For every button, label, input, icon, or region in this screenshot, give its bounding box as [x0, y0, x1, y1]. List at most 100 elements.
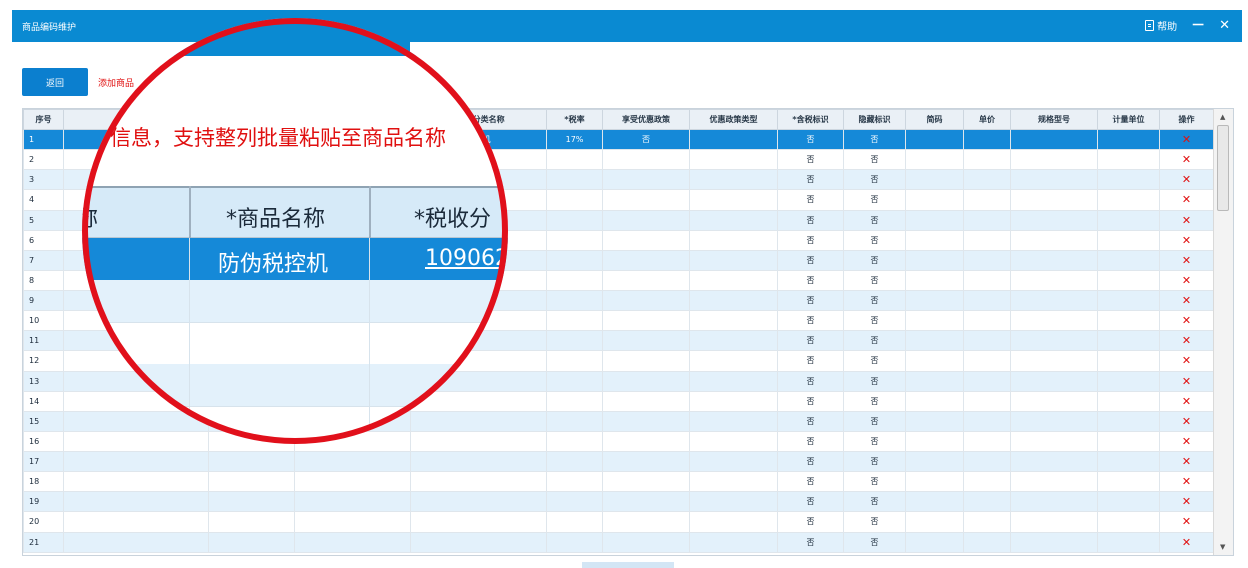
table-cell-shortcode[interactable] [905, 410, 964, 432]
vertical-scrollbar[interactable]: ▲ ▼ [1213, 109, 1233, 555]
delete-row-icon[interactable]: ✕ [1182, 435, 1191, 448]
table-cell-pref[interactable] [602, 289, 690, 312]
table-cell-preftype[interactable] [689, 491, 778, 513]
table-cell-price[interactable] [963, 450, 1011, 473]
table-cell-taxflag[interactable]: 否 [777, 169, 844, 191]
table-cell-seq[interactable]: 4 [23, 189, 64, 211]
table-cell-price[interactable] [963, 390, 1011, 412]
table-cell-preftype[interactable] [689, 430, 778, 453]
table-cell-blank2[interactable] [294, 511, 411, 533]
table-cell-rate[interactable] [546, 350, 603, 372]
table-cell-rate[interactable] [546, 450, 603, 473]
table-cell-unit[interactable] [1097, 269, 1160, 292]
table-cell-seq[interactable]: 17 [23, 450, 64, 473]
table-cell-shortcode[interactable] [905, 531, 964, 553]
table-cell-seq[interactable]: 8 [23, 269, 64, 292]
table-cell-unit[interactable] [1097, 511, 1160, 533]
delete-row-icon[interactable]: ✕ [1182, 334, 1191, 347]
table-cell-preftype[interactable] [689, 128, 778, 151]
table-cell-taxflag[interactable]: 否 [777, 289, 844, 312]
table-cell-rate[interactable] [546, 209, 603, 231]
table-cell-hidden[interactable]: 否 [843, 249, 906, 271]
table-cell-spec[interactable] [1010, 531, 1098, 553]
delete-row-icon[interactable]: ✕ [1182, 274, 1191, 287]
table-cell-hidden[interactable]: 否 [843, 169, 906, 191]
delete-row-icon[interactable]: ✕ [1182, 415, 1191, 428]
help-button[interactable]: 帮助 [1145, 18, 1177, 33]
table-cell-pref[interactable] [602, 370, 690, 392]
table-cell-hidden[interactable]: 否 [843, 229, 906, 251]
delete-row-icon[interactable]: ✕ [1182, 354, 1191, 367]
delete-row-icon[interactable]: ✕ [1182, 193, 1191, 206]
delete-row-icon[interactable]: ✕ [1182, 395, 1191, 408]
table-cell-taxflag[interactable]: 否 [777, 390, 844, 412]
table-cell-shortcode[interactable] [905, 269, 964, 292]
zoom-selected-code[interactable]: 1090620 [425, 246, 508, 271]
table-cell-price[interactable] [963, 128, 1011, 151]
table-cell-rate[interactable] [546, 471, 603, 493]
table-cell-rate[interactable] [546, 330, 603, 352]
add-product-link[interactable]: 添加商品 [98, 76, 134, 89]
table-cell-price[interactable] [963, 189, 1011, 211]
close-button[interactable]: ✕ [1219, 18, 1230, 33]
table-cell-shortcode[interactable] [905, 229, 964, 251]
table-cell-spec[interactable] [1010, 289, 1098, 312]
table-cell-catname[interactable] [410, 450, 547, 473]
table-cell-seq[interactable]: 5 [23, 209, 64, 231]
table-cell-rate[interactable] [546, 269, 603, 292]
table-cell-spec[interactable] [1010, 229, 1098, 251]
table-cell-blank1[interactable] [208, 531, 295, 553]
table-cell-taxflag[interactable]: 否 [777, 189, 844, 211]
table-cell-spec[interactable] [1010, 370, 1098, 392]
table-cell-price[interactable] [963, 249, 1011, 271]
table-cell-blank2[interactable] [294, 531, 411, 553]
table-cell-hidden[interactable]: 否 [843, 189, 906, 211]
table-cell-spec[interactable] [1010, 149, 1098, 171]
table-cell-rate[interactable] [546, 491, 603, 513]
table-cell-pref[interactable] [602, 350, 690, 372]
table-cell-hidden[interactable]: 否 [843, 430, 906, 453]
table-cell-pref[interactable] [602, 511, 690, 533]
table-cell-hidden[interactable]: 否 [843, 330, 906, 352]
table-cell-unit[interactable] [1097, 370, 1160, 392]
table-cell-hidden[interactable]: 否 [843, 390, 906, 412]
table-cell-price[interactable] [963, 169, 1011, 191]
table-cell-shortcode[interactable] [905, 128, 964, 151]
table-cell-price[interactable] [963, 511, 1011, 533]
table-cell-seq[interactable]: 15 [23, 410, 64, 432]
table-cell-unit[interactable] [1097, 189, 1160, 211]
table-cell-spec[interactable] [1010, 330, 1098, 352]
table-cell-price[interactable] [963, 350, 1011, 372]
table-cell-preftype[interactable] [689, 269, 778, 292]
table-cell-seq[interactable]: 12 [23, 350, 64, 372]
table-cell-preftype[interactable] [689, 531, 778, 553]
table-cell-unit[interactable] [1097, 531, 1160, 553]
table-cell-price[interactable] [963, 289, 1011, 312]
table-cell-seq[interactable]: 9 [23, 289, 64, 312]
table-cell-blank2[interactable] [294, 450, 411, 473]
table-cell-pref[interactable] [602, 189, 690, 211]
table-cell-seq[interactable]: 7 [23, 249, 64, 271]
table-cell-unit[interactable] [1097, 330, 1160, 352]
table-cell-seq[interactable]: 18 [23, 471, 64, 493]
table-cell-shortcode[interactable] [905, 189, 964, 211]
table-cell-rate[interactable] [546, 310, 603, 332]
delete-row-icon[interactable]: ✕ [1182, 234, 1191, 247]
table-cell-spec[interactable] [1010, 128, 1098, 151]
table-cell-rate[interactable]: 17% [546, 128, 603, 151]
table-cell-pref[interactable] [602, 229, 690, 251]
table-cell-preftype[interactable] [689, 229, 778, 251]
table-cell-shortcode[interactable] [905, 511, 964, 533]
table-cell-shortcode[interactable] [905, 450, 964, 473]
table-cell-hidden[interactable]: 否 [843, 128, 906, 151]
table-cell-blank1[interactable] [208, 450, 295, 473]
delete-row-icon[interactable]: ✕ [1182, 515, 1191, 528]
table-cell-preftype[interactable] [689, 310, 778, 332]
table-cell-taxflag[interactable]: 否 [777, 269, 844, 292]
delete-row-icon[interactable]: ✕ [1182, 294, 1191, 307]
table-cell-pref[interactable] [602, 491, 690, 513]
table-cell-name[interactable] [63, 511, 209, 533]
table-cell-hidden[interactable]: 否 [843, 370, 906, 392]
table-row[interactable]: 18 否否 ✕ [23, 471, 1214, 493]
table-cell-taxflag[interactable]: 否 [777, 149, 844, 171]
